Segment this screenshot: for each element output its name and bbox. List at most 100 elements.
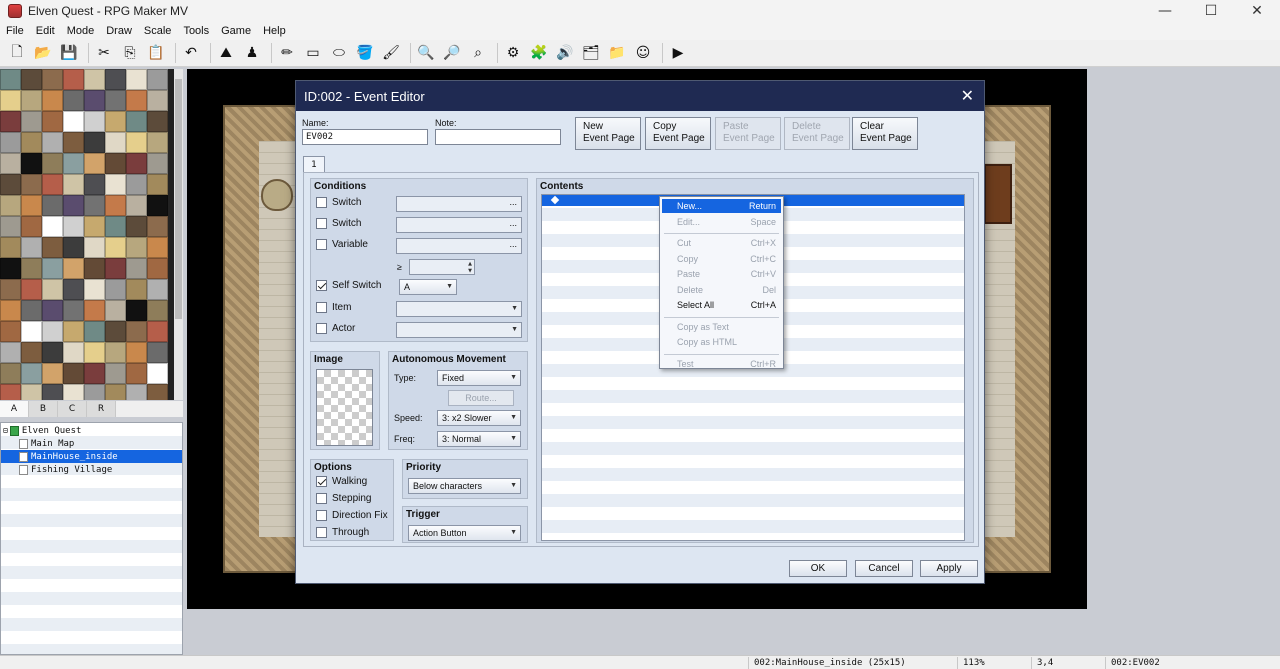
- tile[interactable]: [0, 111, 21, 132]
- item-select[interactable]: ▼: [396, 301, 522, 317]
- tile[interactable]: [42, 279, 63, 300]
- tile[interactable]: [147, 321, 168, 342]
- tile[interactable]: [84, 237, 105, 258]
- tile[interactable]: [105, 321, 126, 342]
- note-field[interactable]: [435, 129, 561, 145]
- stepping-checkbox[interactable]: Stepping: [316, 493, 371, 504]
- tile[interactable]: [0, 321, 21, 342]
- tile[interactable]: [63, 153, 84, 174]
- tile[interactable]: [105, 90, 126, 111]
- tile[interactable]: [105, 342, 126, 363]
- tile[interactable]: [21, 69, 42, 90]
- tile[interactable]: [63, 384, 84, 400]
- fill-icon[interactable]: 🪣: [354, 42, 376, 64]
- tile[interactable]: [63, 258, 84, 279]
- tile[interactable]: [63, 69, 84, 90]
- tile[interactable]: [105, 384, 126, 400]
- open-project-icon[interactable]: 📂: [32, 42, 54, 64]
- minimize-button[interactable]: —: [1142, 0, 1188, 22]
- collapse-icon[interactable]: ⊟: [3, 426, 8, 435]
- tile[interactable]: [21, 153, 42, 174]
- tile[interactable]: [63, 195, 84, 216]
- menu-file[interactable]: File: [0, 25, 30, 37]
- menu-item-new[interactable]: New... Return: [662, 199, 781, 213]
- tile[interactable]: [0, 195, 21, 216]
- checkbox[interactable]: [316, 510, 327, 521]
- tile[interactable]: [84, 132, 105, 153]
- tab-b[interactable]: B: [29, 401, 58, 417]
- tile[interactable]: [147, 384, 168, 400]
- tile[interactable]: [84, 111, 105, 132]
- tile[interactable]: [84, 300, 105, 321]
- priority-select[interactable]: Below characters ▼: [408, 478, 521, 494]
- plugin-manager-icon[interactable]: 🧩: [528, 42, 550, 64]
- tile[interactable]: [147, 300, 168, 321]
- tile[interactable]: [21, 321, 42, 342]
- new-event-page-button[interactable]: New Event Page: [575, 117, 641, 150]
- menu-help[interactable]: Help: [257, 25, 292, 37]
- menu-scale[interactable]: Scale: [138, 25, 178, 37]
- tile[interactable]: [42, 300, 63, 321]
- tile[interactable]: [63, 237, 84, 258]
- tile[interactable]: [63, 90, 84, 111]
- trigger-select[interactable]: Action Button ▼: [408, 525, 521, 541]
- tile[interactable]: [126, 384, 147, 400]
- tile[interactable]: [21, 342, 42, 363]
- tile[interactable]: [84, 384, 105, 400]
- variable-select[interactable]: ...: [396, 238, 522, 254]
- tile[interactable]: [126, 279, 147, 300]
- pencil-icon[interactable]: ✏: [276, 42, 298, 64]
- tile[interactable]: [84, 363, 105, 384]
- name-field[interactable]: EV002: [302, 129, 428, 145]
- tile[interactable]: [105, 111, 126, 132]
- tile[interactable]: [84, 174, 105, 195]
- self-switch-checkbox[interactable]: Self Switch: [316, 280, 381, 291]
- tile[interactable]: [126, 195, 147, 216]
- tile[interactable]: [63, 216, 84, 237]
- copy-icon[interactable]: ⎘: [119, 42, 141, 64]
- tile[interactable]: [126, 300, 147, 321]
- tile[interactable]: [42, 90, 63, 111]
- tile[interactable]: [42, 174, 63, 195]
- through-checkbox[interactable]: Through: [316, 527, 369, 538]
- tile[interactable]: [42, 216, 63, 237]
- menu-item-paste[interactable]: Paste Ctrl+V: [662, 267, 781, 281]
- shadow-pen-icon[interactable]: 🖌: [380, 42, 402, 64]
- switch2-select[interactable]: ...: [396, 217, 522, 233]
- tile[interactable]: [126, 90, 147, 111]
- zoom-in-icon[interactable]: 🔍: [415, 42, 437, 64]
- actor-select[interactable]: ▼: [396, 322, 522, 338]
- tile[interactable]: [126, 153, 147, 174]
- tile[interactable]: [21, 90, 42, 111]
- tile-palette[interactable]: [0, 69, 183, 400]
- map-mode-icon[interactable]: ⛰: [215, 42, 237, 64]
- tile[interactable]: [63, 321, 84, 342]
- tile[interactable]: [126, 69, 147, 90]
- tile[interactable]: [105, 237, 126, 258]
- close-window-button[interactable]: ✕: [1234, 0, 1280, 22]
- tile[interactable]: [21, 384, 42, 400]
- tile[interactable]: [147, 132, 168, 153]
- tile[interactable]: [84, 153, 105, 174]
- checkbox[interactable]: [316, 302, 327, 313]
- item-checkbox[interactable]: Item: [316, 302, 351, 313]
- self-switch-select[interactable]: A ▼: [399, 279, 457, 295]
- tile[interactable]: [21, 258, 42, 279]
- event-searcher-icon[interactable]: 🗂: [580, 42, 602, 64]
- tile[interactable]: [42, 132, 63, 153]
- tile[interactable]: [42, 195, 63, 216]
- tile[interactable]: [0, 258, 21, 279]
- menu-edit[interactable]: Edit: [30, 25, 61, 37]
- tile[interactable]: [21, 363, 42, 384]
- checkbox[interactable]: [316, 218, 327, 229]
- cancel-button[interactable]: Cancel: [855, 560, 913, 577]
- tile[interactable]: [84, 258, 105, 279]
- tile[interactable]: [0, 342, 21, 363]
- tile[interactable]: [105, 153, 126, 174]
- tile[interactable]: [105, 195, 126, 216]
- tile[interactable]: [0, 237, 21, 258]
- tile[interactable]: [63, 279, 84, 300]
- rectangle-icon[interactable]: ▭: [302, 42, 324, 64]
- maximize-button[interactable]: ☐: [1188, 0, 1234, 22]
- tile[interactable]: [63, 363, 84, 384]
